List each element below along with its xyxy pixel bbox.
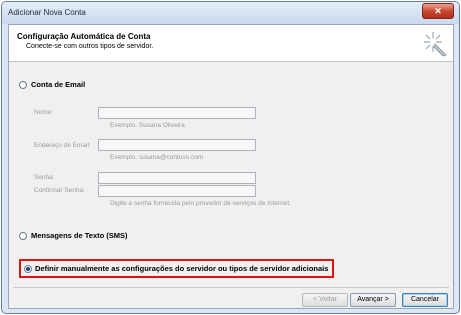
sms-label: Mensagens de Texto (SMS) [31, 231, 128, 240]
confirm-password-label: Confirmar Senha: [34, 187, 85, 194]
footer-divider [13, 287, 449, 288]
password-label: Senha: [34, 174, 55, 181]
close-button[interactable]: ✕ [422, 3, 454, 19]
sms-radio[interactable] [19, 232, 27, 240]
header-subtitle: Conecte-se com outros tipos de servidor. [26, 43, 154, 50]
email-field[interactable] [98, 139, 256, 151]
close-icon: ✕ [434, 6, 442, 16]
header-title: Configuração Automática de Conta [17, 32, 151, 41]
confirm-password-field[interactable] [98, 185, 256, 197]
manual-config-radio[interactable] [24, 265, 32, 273]
password-field[interactable] [98, 172, 256, 184]
email-hint: Exemplo: susana@contoso.com [110, 154, 204, 161]
title-bar: Adicionar Nova Conta ✕ [2, 2, 459, 24]
name-field[interactable] [98, 107, 256, 119]
name-hint: Exemplo: Susana Oliveira [110, 122, 185, 129]
manual-config-label[interactable]: Definir manualmente as configurações do … [35, 264, 328, 273]
dialog-body: Configuração Automática de Conta Conecte… [8, 24, 454, 309]
window-title: Adicionar Nova Conta [8, 8, 86, 17]
next-button[interactable]: Avançar > [350, 293, 396, 307]
wizard-sparkle-icon [424, 32, 447, 57]
back-button[interactable]: < Voltar [302, 293, 348, 307]
name-label: Nome: [34, 109, 54, 116]
email-account-radio[interactable] [19, 81, 27, 89]
dialog-window: Adicionar Nova Conta ✕ Configuração Auto… [1, 1, 460, 314]
password-hint: Digite a senha fornecida pelo provedor d… [110, 200, 292, 207]
wizard-header: Configuração Automática de Conta Conecte… [9, 25, 453, 62]
cancel-button[interactable]: Cancelar [402, 293, 448, 307]
email-field-label: Endereço de Email: [34, 142, 91, 149]
email-account-label: Conta de Email [31, 80, 86, 89]
